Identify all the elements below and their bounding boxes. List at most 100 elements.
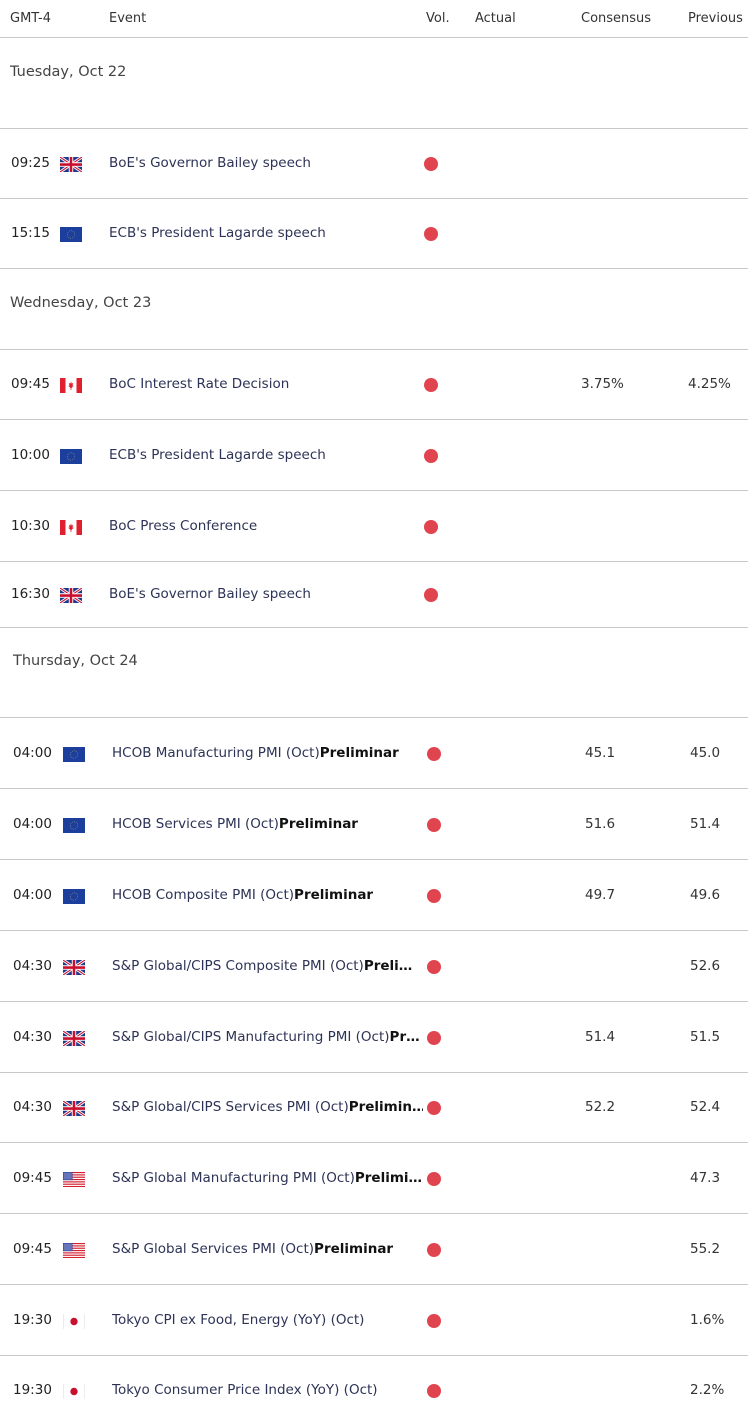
event-title: S&P Global/CIPS Services PMI (Oct) — [112, 1099, 349, 1115]
event-preliminary-tag: Preliminar — [314, 1241, 394, 1257]
volatility-high-icon — [427, 1243, 441, 1257]
volatility-high-icon — [427, 1101, 441, 1115]
event-row[interactable]: 09:45 S&P Global Manufacturing PMI (Oct)P… — [0, 1143, 748, 1214]
event-title: HCOB Composite PMI (Oct) — [112, 887, 295, 903]
event-preliminary-tag: Preliminar — [294, 887, 374, 903]
event-row[interactable]: 04:00 HCOB Manufacturing PMI (Oct)Prelimi… — [0, 718, 748, 789]
event-row[interactable]: 10:30 BoC Press Conference — [0, 491, 748, 562]
event-time: 04:00 — [13, 816, 52, 832]
event-name[interactable]: S&P Global Manufacturing PMI (Oct)Prelim… — [112, 1170, 422, 1186]
day-header: Thursday, Oct 24 — [0, 628, 748, 718]
header-timezone[interactable]: GMT-4 — [10, 11, 51, 26]
eu-flag-icon — [63, 747, 85, 762]
event-row[interactable]: 15:15 ECB's President Lagarde speech — [0, 199, 748, 269]
event-previous: 52.4 — [690, 1099, 721, 1115]
event-time: 19:30 — [13, 1382, 52, 1398]
event-name[interactable]: S&P Global/CIPS Services PMI (Oct)Prelim… — [112, 1099, 423, 1115]
event-name[interactable]: ECB's President Lagarde speech — [109, 447, 326, 463]
volatility-high-icon — [424, 588, 438, 602]
event-consensus: 52.2 — [585, 1099, 616, 1115]
day-header: Wednesday, Oct 23 — [0, 269, 748, 350]
event-name[interactable]: HCOB Services PMI (Oct)Preliminar — [112, 816, 358, 832]
event-time: 09:45 — [13, 1241, 52, 1257]
uk-flag-icon — [60, 588, 82, 603]
event-row[interactable]: 04:30 S&P Global/CIPS Composite PMI (Oct)… — [0, 931, 748, 1002]
event-row[interactable]: 09:45 S&P Global Services PMI (Oct)Prelim… — [0, 1214, 748, 1285]
event-name[interactable]: S&P Global/CIPS Composite PMI (Oct)Preli… — [112, 958, 412, 974]
volatility-high-icon — [424, 449, 438, 463]
event-row[interactable]: 04:30 S&P Global/CIPS Services PMI (Oct)P… — [0, 1073, 748, 1143]
header-actual: Actual — [475, 11, 516, 26]
eu-flag-icon — [63, 818, 85, 833]
event-title: S&P Global/CIPS Manufacturing PMI (Oct) — [112, 1029, 390, 1045]
event-row[interactable]: 16:30 BoE's Governor Bailey speech — [0, 562, 748, 628]
event-preliminary-tag: Prelimin… — [348, 1099, 423, 1115]
header-previous: Previous — [688, 11, 743, 26]
event-consensus: 51.6 — [585, 816, 616, 832]
event-name[interactable]: BoE's Governor Bailey speech — [109, 586, 311, 602]
event-time: 19:30 — [13, 1312, 52, 1328]
japan-flag-icon — [63, 1314, 85, 1329]
event-time: 09:45 — [13, 1170, 52, 1186]
event-name[interactable]: S&P Global/CIPS Manufacturing PMI (Oct)P… — [112, 1029, 420, 1045]
event-row[interactable]: 09:45 BoC Interest Rate Decision 3.75% 4.25… — [0, 350, 748, 420]
event-row[interactable]: 04:00 HCOB Services PMI (Oct)Preliminar 51… — [0, 789, 748, 860]
event-previous: 2.2% — [690, 1382, 725, 1398]
volatility-high-icon — [424, 227, 438, 241]
event-title: BoE's Governor Bailey speech — [109, 155, 311, 171]
event-row[interactable]: 19:30 Tokyo Consumer Price Index (YoY) (O… — [0, 1356, 748, 1402]
event-time: 04:00 — [13, 887, 52, 903]
event-time: 10:00 — [11, 447, 50, 463]
uk-flag-icon — [63, 1031, 85, 1046]
eu-flag-icon — [60, 449, 82, 464]
event-previous: 45.0 — [690, 745, 721, 761]
event-name[interactable]: Tokyo CPI ex Food, Energy (YoY) (Oct) — [112, 1312, 364, 1328]
header-consensus: Consensus — [581, 11, 652, 26]
event-title: HCOB Manufacturing PMI (Oct) — [112, 745, 320, 761]
volatility-high-icon — [427, 1172, 441, 1186]
event-name[interactable]: HCOB Composite PMI (Oct)Preliminar — [112, 887, 373, 903]
event-time: 16:30 — [11, 586, 50, 602]
event-previous: 51.5 — [690, 1029, 721, 1045]
event-row[interactable]: 04:00 HCOB Composite PMI (Oct)Preliminar 4… — [0, 860, 748, 931]
event-name[interactable]: Tokyo Consumer Price Index (YoY) (Oct) — [112, 1382, 378, 1398]
event-name[interactable]: BoC Press Conference — [109, 518, 257, 534]
event-preliminary-tag: Preliminar — [278, 816, 358, 832]
event-name[interactable]: BoE's Governor Bailey speech — [109, 155, 311, 171]
eu-flag-icon — [60, 227, 82, 242]
uk-flag-icon — [60, 157, 82, 172]
canada-flag-icon — [60, 378, 82, 393]
event-row[interactable]: 04:30 S&P Global/CIPS Manufacturing PMI (… — [0, 1002, 748, 1073]
event-title: BoC Interest Rate Decision — [109, 376, 290, 392]
volatility-high-icon — [427, 1384, 441, 1398]
event-row[interactable]: 19:30 Tokyo CPI ex Food, Energy (YoY) (Oc… — [0, 1285, 748, 1356]
event-name[interactable]: BoC Interest Rate Decision — [109, 376, 289, 392]
event-title: ECB's President Lagarde speech — [109, 225, 326, 241]
event-name[interactable]: HCOB Manufacturing PMI (Oct)Preliminar — [112, 745, 399, 761]
event-previous: 51.4 — [690, 816, 721, 832]
header-volatility: Vol. — [426, 11, 450, 26]
table-header: GMT-4 Event Vol. Actual Consensus Previo… — [0, 0, 748, 38]
event-time: 04:30 — [13, 958, 52, 974]
volatility-high-icon — [424, 378, 438, 392]
event-row[interactable]: 09:25 BoE's Governor Bailey speech — [0, 129, 748, 199]
event-preliminary-tag: Pr… — [389, 1029, 420, 1045]
volatility-high-icon — [424, 520, 438, 534]
event-title: S&P Global Services PMI (Oct) — [112, 1241, 315, 1257]
volatility-high-icon — [427, 1031, 441, 1045]
event-previous: 4.25% — [688, 376, 731, 392]
event-time: 04:30 — [13, 1099, 52, 1115]
event-name[interactable]: ECB's President Lagarde speech — [109, 225, 326, 241]
day-label: Wednesday, Oct 23 — [10, 295, 152, 311]
us-flag-icon — [63, 1172, 85, 1187]
event-name[interactable]: S&P Global Services PMI (Oct)Preliminar — [112, 1241, 393, 1257]
day-label: Thursday, Oct 24 — [13, 653, 138, 669]
event-row[interactable]: 10:00 ECB's President Lagarde speech — [0, 420, 748, 491]
event-title: S&P Global Manufacturing PMI (Oct) — [112, 1170, 355, 1186]
event-consensus: 51.4 — [585, 1029, 616, 1045]
us-flag-icon — [63, 1243, 85, 1258]
uk-flag-icon — [63, 960, 85, 975]
event-title: HCOB Services PMI (Oct) — [112, 816, 279, 832]
volatility-high-icon — [424, 157, 438, 171]
event-title: Tokyo Consumer Price Index (YoY) (Oct) — [112, 1382, 378, 1398]
